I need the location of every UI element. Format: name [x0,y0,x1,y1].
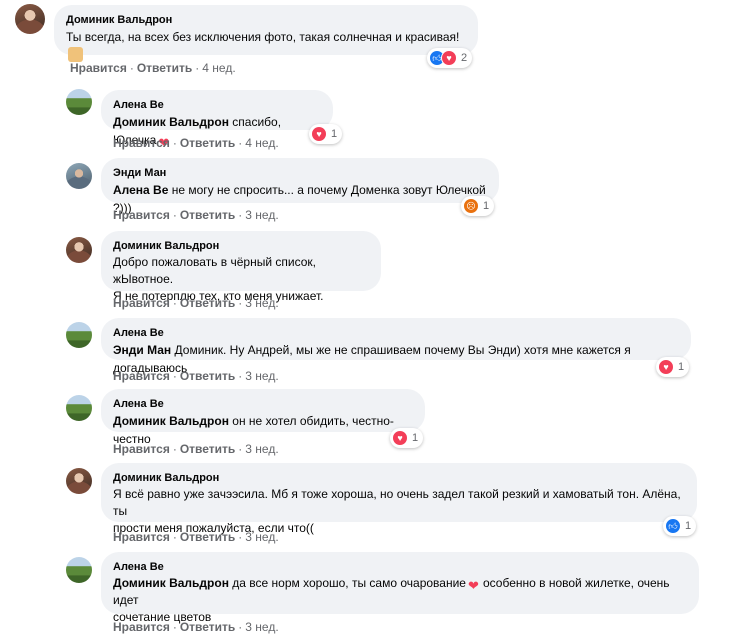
comment-bubble: Алена Ве Доминик Вальдрон он не хотел об… [101,389,425,446]
comment-time[interactable]: 3 нед. [245,208,278,222]
reactions-badge[interactable]: ♥ 1 [309,124,343,144]
reaction-count: 1 [331,128,338,140]
comment-text: да все норм хорошо, ты само очарование [232,576,466,590]
comment-author[interactable]: Алена Ве [113,98,321,113]
reply-button[interactable]: Ответить [180,369,235,383]
reply-button[interactable]: Ответить [180,530,235,544]
like-icon: 👍︎ [665,518,681,534]
avatar[interactable] [66,395,92,421]
comment-actions: Нравится · Ответить · 3 нед. [113,442,279,456]
mention[interactable]: Алена Ве [113,183,168,197]
reply-button[interactable]: Ответить [180,296,235,310]
comment-author[interactable]: Энди Ман [113,166,487,181]
comment-time[interactable]: 4 нед. [245,136,278,150]
reaction-count: 1 [412,432,419,444]
avatar[interactable] [66,468,92,494]
comment-text-line: Добро пожаловать в чёрный список, жЫвотн… [113,255,316,286]
like-button[interactable]: Нравится [70,61,127,75]
comment-bubble: Алена Ве Энди Ман Доминик. Ну Андрей, мы… [101,318,691,375]
comment-bubble: Доминик Вальдрон Я всё равно уже зачээси… [101,463,697,535]
like-button[interactable]: Нравится [113,530,170,544]
like-button[interactable]: Нравится [113,296,170,310]
comment-actions: Нравится · Ответить · 4 нед. [70,61,236,75]
comment-time[interactable]: 4 нед. [202,61,235,75]
comment-text-line: Я всё равно уже зачээсила. Мб я тоже хор… [113,487,681,518]
reactions-badge[interactable]: ☹ 1 [461,196,495,216]
like-button[interactable]: Нравится [113,136,170,150]
comment-author[interactable]: Алена Ве [113,560,687,575]
comment-actions: Нравится · Ответить · 3 нед. [113,369,279,383]
avatar[interactable] [66,322,92,348]
reply-button[interactable]: Ответить [137,61,192,75]
comment-author[interactable]: Алена Ве [113,397,413,412]
comment-bubble: Энди Ман Алена Ве не могу не спросить...… [101,158,499,215]
mention[interactable]: Доминик Вальдрон [113,576,229,590]
comment-time[interactable]: 3 нед. [245,620,278,634]
reaction-count: 1 [483,200,490,212]
avatar[interactable] [66,89,92,115]
avatar[interactable] [66,237,92,263]
reactions-badge[interactable]: 👍︎ ♥ 2 [427,48,473,68]
love-icon: ♥ [441,50,457,66]
reply-button[interactable]: Ответить [180,136,235,150]
comment-actions: Нравится · Ответить · 3 нед. [113,530,279,544]
like-button[interactable]: Нравится [113,369,170,383]
mention[interactable]: Доминик Вальдрон [113,115,229,129]
mention[interactable]: Доминик Вальдрон [113,414,229,428]
avatar[interactable] [66,557,92,583]
reaction-count: 1 [678,361,685,373]
comment-bubble: Доминик Вальдрон Добро пожаловать в чёрн… [101,231,381,303]
comment-time[interactable]: 3 нед. [245,530,278,544]
comment-actions: Нравится · Ответить · 3 нед. [113,296,279,310]
comment-author[interactable]: Доминик Вальдрон [113,239,369,254]
love-icon: ♥ [392,430,408,446]
reactions-badge[interactable]: ♥ 1 [390,428,424,448]
like-button[interactable]: Нравится [113,208,170,222]
comment-text: Ты всегда, на всех без исключения фото, … [66,30,460,44]
comment-actions: Нравится · Ответить · 3 нед. [113,620,279,634]
love-icon: ♥ [658,359,674,375]
comment-time[interactable]: 3 нед. [245,369,278,383]
reply-button[interactable]: Ответить [180,208,235,222]
comment-actions: Нравится · Ответить · 4 нед. [113,136,279,150]
comment-bubble: Алена Ве Доминик Вальдрон спасибо, Юлечк… [101,90,333,150]
comment-author[interactable]: Доминик Вальдрон [66,13,466,28]
like-button[interactable]: Нравится [113,620,170,634]
comment-author[interactable]: Алена Ве [113,326,679,341]
comment-author[interactable]: Доминик Вальдрон [113,471,685,486]
avatar[interactable] [66,163,92,189]
like-button[interactable]: Нравится [113,442,170,456]
reply-button[interactable]: Ответить [180,442,235,456]
reactions-badge[interactable]: 👍︎ 1 [663,516,697,536]
comment-bubble: Доминик Вальдрон Ты всегда, на всех без … [54,5,478,62]
mention[interactable]: Энди Ман [113,343,171,357]
heart-emoji-icon: ❤ [467,578,479,593]
comment-time[interactable]: 3 нед. [245,442,278,456]
comment-time[interactable]: 3 нед. [245,296,278,310]
love-icon: ♥ [311,126,327,142]
reaction-count: 2 [461,52,468,64]
avatar[interactable] [15,4,45,34]
angry-icon: ☹ [463,198,479,214]
comment-bubble: Алена Ве Доминик Вальдрон да все норм хо… [101,552,699,624]
reaction-count: 1 [685,520,692,532]
reactions-badge[interactable]: ♥ 1 [656,357,690,377]
reply-button[interactable]: Ответить [180,620,235,634]
comment-actions: Нравится · Ответить · 3 нед. [113,208,279,222]
